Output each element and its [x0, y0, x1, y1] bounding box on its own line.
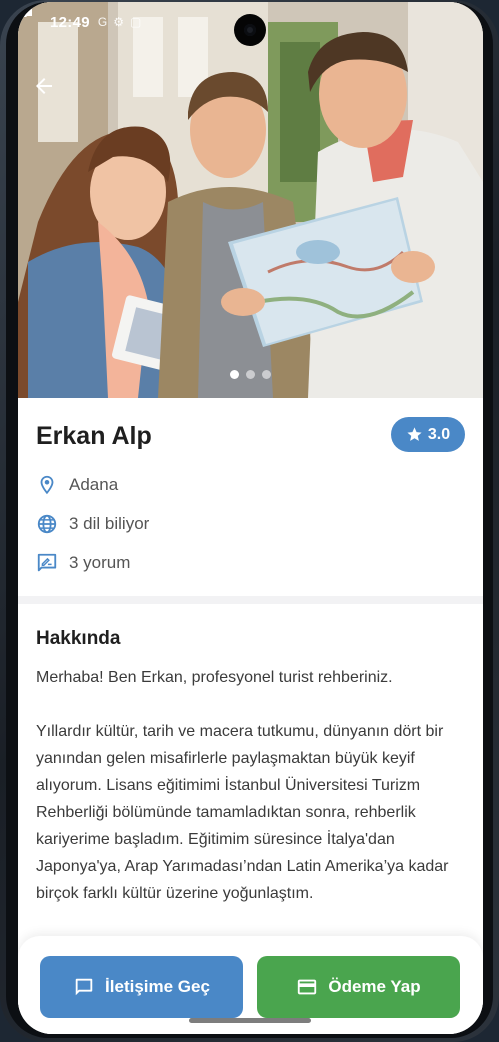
about-title: Hakkında	[36, 628, 121, 649]
status-notification-icons: G ⚙ ▢	[98, 15, 141, 29]
payment-button[interactable]: Ödeme Yap	[257, 956, 460, 1018]
carousel-dot[interactable]	[230, 370, 239, 379]
screenshot-icon: ▢	[129, 15, 142, 29]
guide-name: Erkan Alp	[36, 422, 152, 450]
location-text: Adana	[69, 475, 119, 494]
rating-value: 3.0	[427, 425, 451, 443]
back-button[interactable]	[32, 74, 68, 110]
chat-icon	[75, 978, 93, 996]
location-row: Adana	[36, 474, 118, 496]
battery-icon	[18, 2, 27, 17]
rating-badge: 3.0	[391, 417, 465, 452]
carousel-dot[interactable]	[246, 370, 255, 379]
home-indicator[interactable]	[189, 1018, 311, 1023]
front-camera	[234, 14, 266, 46]
reviews-row[interactable]: 3 yorum	[36, 552, 130, 574]
guide-photo-carousel[interactable]: 12:49 G ⚙ ▢	[18, 2, 483, 398]
about-text: Merhaba! Ben Erkan, profesyonel turist r…	[36, 669, 449, 902]
languages-text: 3 dil biliyor	[69, 514, 150, 533]
contact-button-label: İletişime Geç	[105, 977, 210, 996]
contact-button[interactable]: İletişime Geç	[40, 956, 243, 1018]
globe-icon	[37, 514, 57, 534]
location-pin-icon	[40, 475, 54, 495]
carousel-indicator	[18, 370, 483, 379]
payment-button-label: Ödeme Yap	[328, 977, 421, 996]
settings-icon: ⚙	[113, 15, 124, 29]
credit-card-icon	[298, 979, 317, 995]
carousel-dot[interactable]	[262, 370, 271, 379]
google-icon: G	[97, 15, 108, 29]
arrow-left-icon	[36, 78, 52, 94]
rate-review-icon	[37, 553, 57, 572]
guide-profile-card: Erkan Alp 3.0 Adana 3 dil biliyor 3 yoru…	[18, 398, 483, 596]
reviews-text: 3 yorum	[69, 553, 131, 572]
status-time: 12:49	[50, 13, 90, 31]
app-screen: 12:49 G ⚙ ▢ Erkan Alp 3.0 Adana 3 dil bi…	[18, 2, 483, 1034]
languages-row: 3 dil biliyor	[36, 513, 149, 535]
guide-group-photo	[18, 2, 483, 398]
star-icon	[407, 427, 422, 441]
